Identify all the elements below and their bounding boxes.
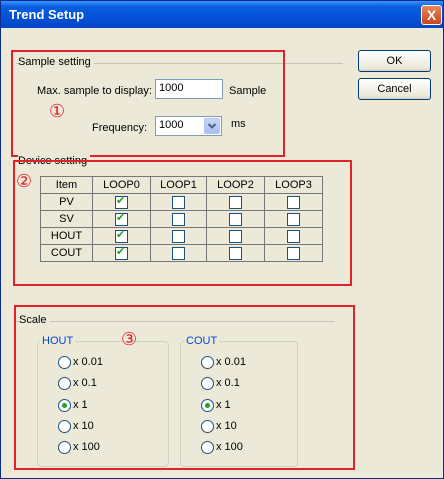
title-bar[interactable]: Trend Setup X [1, 1, 443, 28]
highlight-box-3 [14, 305, 355, 470]
ok-button[interactable]: OK [358, 50, 431, 72]
window-title: Trend Setup [9, 7, 85, 22]
dialog-body: OK Cancel Sample setting Max. sample to … [4, 28, 440, 475]
highlight-box-1 [11, 50, 285, 157]
highlight-box-2 [13, 160, 352, 286]
trend-setup-window: Trend Setup X OK Cancel Sample setting M… [0, 0, 444, 479]
cancel-button[interactable]: Cancel [358, 78, 431, 100]
close-button[interactable]: X [421, 5, 442, 25]
